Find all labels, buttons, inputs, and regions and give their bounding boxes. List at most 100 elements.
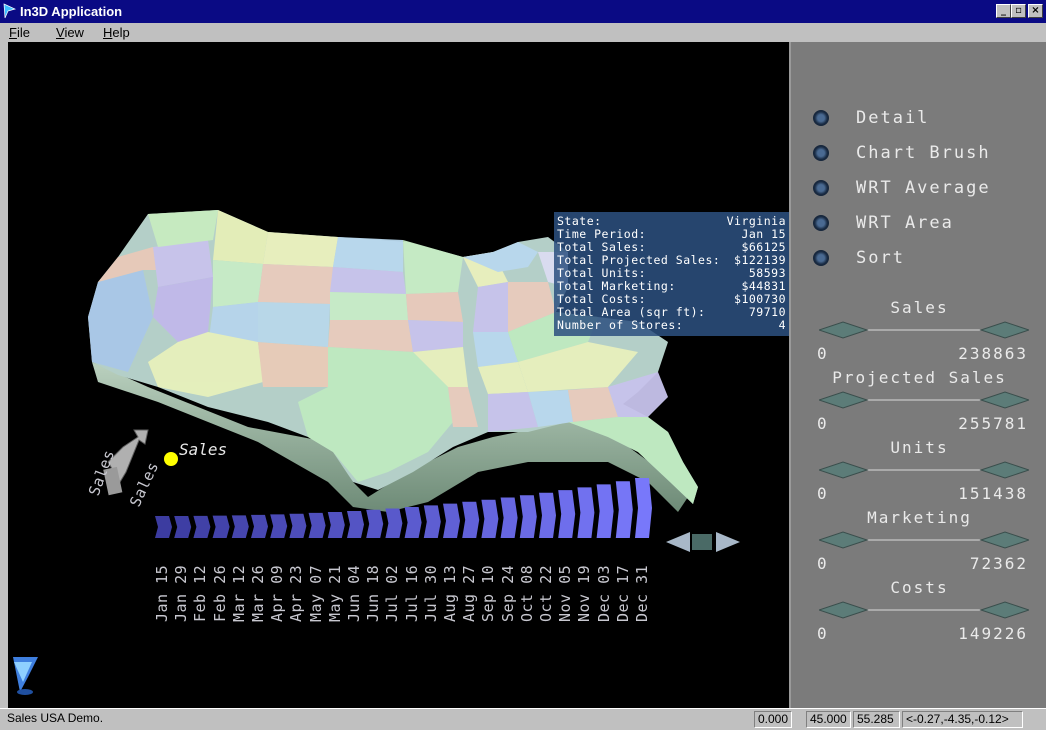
timeline-bar[interactable] [615,481,633,538]
timeline-bar[interactable] [558,490,576,538]
timeline-label: Sep 24 [498,564,517,622]
timeline-bar[interactable] [270,514,288,538]
slider-max-marketing: 72362 [969,554,1028,573]
info-tooltip: State: Virginia Time Period: Jan 15 Total … [554,212,789,336]
range-slider-sales[interactable] [819,318,1029,342]
timeline-label: Jul 30 [421,564,440,622]
menu-view[interactable]: View [56,25,84,40]
timeline-bar[interactable] [635,478,652,538]
maximize-button[interactable]: ▫ [1011,4,1026,18]
info-row: Total Projected Sales: $122139 [557,253,786,267]
timeline-label: Oct 08 [517,564,536,622]
timeline-label: May 21 [325,564,344,622]
timeline-label: Dec 17 [613,564,632,622]
timeline-label: Apr 23 [287,564,306,622]
timeline-bar[interactable] [212,515,230,538]
timeline-label: Dec 31 [633,564,651,622]
status-value-2: 45.000 [806,711,851,728]
timeline-bar[interactable] [404,506,422,538]
timeline-bar[interactable] [251,514,268,538]
timeline-bar[interactable] [462,501,480,538]
close-button[interactable]: × [1028,4,1043,18]
timeline-label: Jan 15 [153,564,171,622]
timeline-label: Feb 26 [210,564,229,622]
menu-help[interactable]: Help [103,25,130,40]
timeline-bar[interactable] [366,509,384,538]
radio-icon [813,180,829,196]
timeline-bar[interactable] [385,508,403,538]
timeline-label: Aug 27 [460,564,479,622]
minimize-button[interactable]: _ [996,4,1011,18]
slider-max-projected-sales: 255781 [958,414,1028,433]
timeline-label: Nov 19 [575,564,594,622]
legend-dot [164,452,178,466]
slider-min-marketing: 0 [817,554,827,573]
info-row: Total Marketing: $44831 [557,279,786,293]
timeline-label: Feb 12 [191,564,210,622]
timeline-label: Oct 22 [537,564,555,622]
window-frame [0,42,8,708]
slider-title-projected-sales: Projected Sales [832,368,1007,387]
info-row: Total Sales: $66125 [557,240,786,254]
timeline-bar[interactable] [289,513,307,538]
timeline-bar[interactable] [231,515,249,538]
timeline-bar[interactable] [539,492,556,538]
timeline-label: Nov 05 [556,564,575,622]
menu-file[interactable]: File [9,25,30,40]
slider-min-projected-sales: 0 [817,414,827,433]
app-icon [3,3,17,19]
info-row: Total Units: 58593 [557,266,786,280]
radio-icon [813,250,829,266]
slider-max-sales: 238863 [958,344,1028,363]
info-row: Number of Stores: 4 [557,318,786,332]
range-slider-costs[interactable] [819,598,1029,622]
info-row: Total Costs: $100730 [557,292,786,306]
timeline-label: Jul 16 [402,564,421,622]
timeline-bar[interactable] [596,484,614,538]
control-panel: Detail Chart Brush WRT Average WRT Area … [789,42,1046,708]
radio-icon [813,215,829,231]
timeline-label: Dec 03 [594,564,613,622]
slider-min-units: 0 [817,484,827,503]
range-slider-projected-sales[interactable] [819,388,1029,412]
timeline-label: Aug 13 [441,564,459,622]
status-value-1: 0.000 [754,711,792,728]
timeline-label: Jan 29 [172,564,191,622]
info-row: Time Period: Jan 15 [557,227,786,241]
timeline-bar[interactable] [577,487,595,538]
timeline-bar[interactable] [443,503,460,538]
timeline-bar[interactable] [481,499,499,538]
timeline-bar[interactable] [519,495,537,538]
title-bar: In3D Application _ ▫ × [0,0,1046,23]
timeline-bar[interactable] [500,497,518,538]
timeline-nav-arrows[interactable] [666,532,740,552]
slider-min-sales: 0 [817,344,827,363]
range-slider-units[interactable] [819,458,1029,482]
timeline-label: Apr 09 [268,564,287,622]
radio-icon [813,145,829,161]
timeline-label: Sep 10 [479,564,498,622]
timeline-label: Jun 18 [364,564,383,622]
status-message: Sales USA Demo. [7,711,104,725]
timeline-bar[interactable] [327,511,345,538]
timeline-bar[interactable] [423,505,441,538]
range-slider-marketing[interactable] [819,528,1029,552]
slider-min-costs: 0 [817,624,827,643]
timeline-bar[interactable] [174,515,192,538]
info-row: State: Virginia [557,214,786,228]
timeline-label: Mar 26 [249,564,267,622]
slider-title-units: Units [890,438,949,457]
timeline-label: Mar 12 [229,564,248,622]
slider-title-costs: Costs [890,578,949,597]
slider-title-sales: Sales [890,298,949,317]
3d-viewport[interactable]: Sales Sales Sales State: Virginia Time Pe… [8,42,789,708]
timeline-bar[interactable] [155,516,172,538]
radio-icon [813,110,829,126]
timeline-label: Jun 04 [345,564,363,622]
timeline-bar[interactable] [193,515,211,538]
slider-title-marketing: Marketing [867,508,972,527]
timeline-bar[interactable] [308,512,326,538]
status-value-3: 55.285 [853,711,900,728]
timeline-bar[interactable] [347,510,364,538]
window-title: In3D Application [20,4,123,19]
